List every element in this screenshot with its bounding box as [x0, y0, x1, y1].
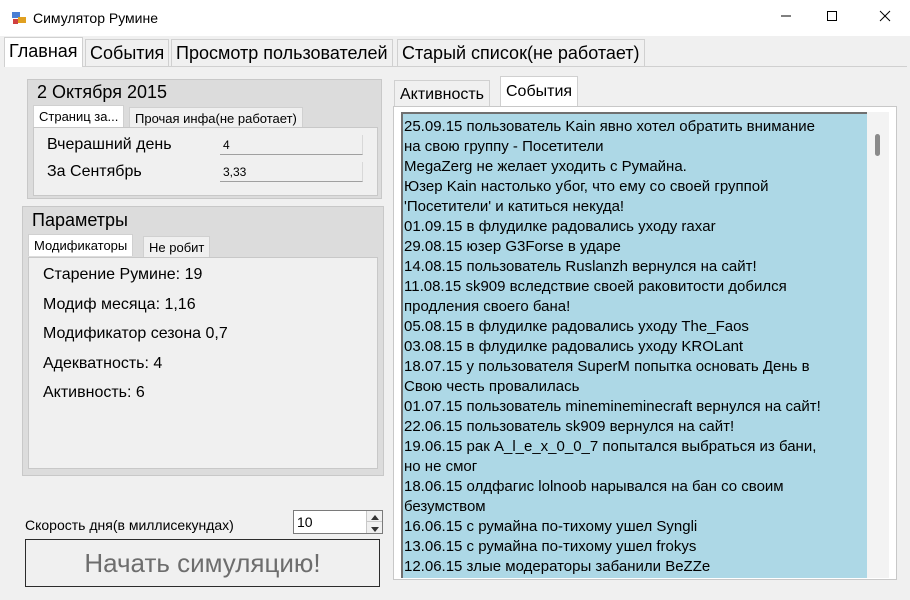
speed-value[interactable]: 10 [297, 514, 313, 530]
september-value: 3,33 [220, 162, 363, 182]
params-group: Параметры Модификаторы Не робит Старение… [22, 206, 384, 476]
title-bar: Симулятор Румине [0, 0, 910, 36]
events-scrollbar[interactable] [867, 112, 889, 578]
app-icon [11, 10, 27, 26]
date-title: 2 Октября 2015 [37, 82, 167, 102]
tab-users[interactable]: Просмотр пользователей [171, 39, 393, 66]
close-button[interactable] [862, 0, 908, 36]
stepper-down-button[interactable] [367, 522, 382, 533]
list-item: 'Посетители' и катиться некуда! [404, 198, 625, 215]
tab-not-working[interactable]: Не робит [143, 236, 211, 258]
list-item: 18.07.15 у пользователя SuperM попытка о… [404, 358, 810, 375]
list-item: 25.09.15 пользователь Kain явно хотел об… [404, 118, 815, 135]
tab-modifiers[interactable]: Модификаторы [28, 234, 134, 256]
list-item: 01.07.15 пользователь minemineminecraft … [404, 398, 821, 415]
list-item: MegaZerg не желает уходить с Румайна. [404, 158, 687, 175]
tab-right-events[interactable]: События [500, 76, 579, 106]
list-item: 14.08.15 пользователь Ruslanzh вернулся … [404, 258, 757, 275]
tab-events[interactable]: События [85, 39, 170, 66]
modifiers-tab-panel: Старение Румине: 19 Модиф месяца: 1,16 М… [28, 257, 378, 469]
date-group: 2 Октября 2015 Страниц за... Прочая инфа… [27, 79, 382, 199]
tab-main[interactable]: Главная [4, 37, 83, 67]
list-item: 22.06.15 пользователь sk909 вернулся на … [404, 418, 735, 435]
list-item: безумством [404, 498, 486, 515]
list-item: но не смог [404, 458, 478, 475]
tab-other-info[interactable]: Прочая инфа(не работает) [129, 107, 303, 129]
list-item: 01.09.15 в флудилке радовались уходу rax… [404, 218, 716, 235]
maximize-icon [826, 9, 838, 27]
september-label: За Сентябрь [47, 163, 142, 180]
params-title: Параметры [32, 210, 128, 230]
tab-old-list[interactable]: Старый список(не работает) [397, 39, 645, 66]
date-tab-panel: Вчерашний день 4 За Сентябрь 3,33 [33, 127, 378, 196]
list-item: 29.08.15 юзер G3Forse в ударе [404, 238, 621, 255]
events-tab-panel: 25.09.15 пользователь Kain явно хотел об… [393, 106, 897, 580]
maximize-button[interactable] [809, 0, 855, 36]
stepper-buttons [366, 511, 382, 533]
minimize-button[interactable] [763, 0, 809, 36]
list-item: 11.08.15 sk909 вследствие своей раковито… [404, 278, 787, 295]
close-icon [879, 9, 891, 27]
speed-label: Скорость дня(в миллисекундах) [25, 517, 234, 533]
list-item: 19.06.15 рак A_l_e_x_0_0_7 попытался выб… [404, 438, 817, 455]
activity-value: Активность: 6 [43, 384, 145, 401]
yesterday-value: 4 [220, 135, 363, 155]
chevron-down-icon [370, 519, 379, 537]
tab-pages-per[interactable]: Страниц за... [33, 105, 125, 127]
yesterday-label: Вчерашний день [47, 136, 172, 153]
tab-activity[interactable]: Активность [394, 80, 491, 106]
list-item: 03.08.15 в флудилке радовались уходу KRO… [404, 338, 744, 355]
window-title: Симулятор Румине [33, 10, 159, 26]
list-item: 16.06.15 с румайна по-тихому ушел Syngli [404, 518, 698, 535]
adequacy-value: Адекватность: 4 [43, 355, 163, 372]
season-mod-value: Модификатор сезона 0,7 [43, 325, 228, 342]
list-item: 12.06.15 злые модераторы забанили BeZZe [404, 558, 711, 575]
list-item: 13.06.15 с румайна по-тихому ушел frokys [404, 538, 697, 555]
month-mod-value: Модиф месяца: 1,16 [43, 296, 196, 313]
list-item: 18.06.15 олдфагис lolnoob нарывался на б… [404, 478, 784, 495]
scrollbar-thumb[interactable] [875, 134, 880, 156]
main-tab-strip: Главная События Просмотр пользователей С… [0, 37, 910, 67]
list-item: Юзер Kain настолько убог, что ему со сво… [404, 178, 769, 195]
minimize-icon [780, 9, 792, 27]
list-item: продления своего бана! [404, 298, 571, 315]
start-simulation-button[interactable]: Начать симуляцию! [25, 539, 380, 587]
list-item: на свою группу - Посетители [404, 138, 604, 155]
list-item: Свою честь провалилась [404, 378, 580, 395]
events-list[interactable]: 25.09.15 пользователь Kain явно хотел об… [401, 112, 867, 578]
aging-value: Старение Румине: 19 [43, 266, 203, 283]
speed-stepper[interactable]: 10 [293, 510, 383, 534]
list-item: 05.08.15 в флудилке радовались уходу The… [404, 318, 749, 335]
